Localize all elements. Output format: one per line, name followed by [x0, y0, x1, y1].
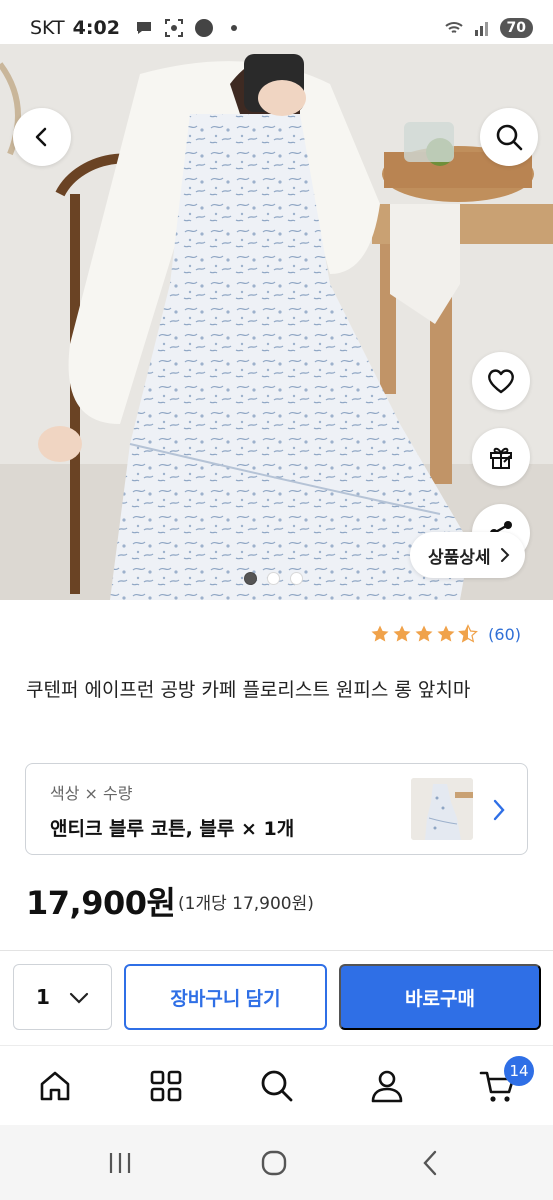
- option-label: 색상 × 수량: [50, 784, 133, 803]
- pagination-dot[interactable]: [290, 572, 303, 585]
- option-value: 앤티크 블루 코튼, 블루 × 1개: [50, 818, 295, 840]
- cart-count-badge: 14: [504, 1056, 534, 1086]
- nav-search[interactable]: [255, 1064, 299, 1108]
- system-back-button[interactable]: [410, 1147, 450, 1179]
- wear-icon: [194, 19, 213, 37]
- chat-bubble-icon: [136, 22, 151, 34]
- search-icon: [496, 124, 523, 151]
- product-title: 쿠텐퍼 에이프런 공방 카페 플로리스트 원피스 롱 앞치마: [26, 679, 471, 701]
- quantity-select[interactable]: 1: [13, 964, 112, 1030]
- carrier-label: SKT: [30, 17, 65, 39]
- status-left: SKT 4:02: [30, 17, 244, 39]
- product-image-gallery[interactable]: [0, 44, 553, 600]
- option-selector[interactable]: 색상 × 수량 앤티크 블루 코튼, 블루 × 1개: [25, 763, 528, 855]
- user-icon: [371, 1070, 403, 1103]
- product-photo: [0, 44, 553, 600]
- gift-icon: [490, 447, 512, 469]
- back-arrow-icon: [423, 1150, 437, 1176]
- nav-home[interactable]: [33, 1064, 77, 1108]
- search-button[interactable]: [480, 108, 538, 166]
- nav-my-page[interactable]: [365, 1064, 409, 1108]
- category-icon: [150, 1070, 182, 1102]
- gift-button[interactable]: [472, 428, 530, 486]
- heart-icon: [488, 369, 514, 394]
- star-icon: [393, 625, 411, 642]
- review-count-link[interactable]: (60): [488, 625, 521, 644]
- quantity-value: 1: [36, 985, 50, 1009]
- product-detail-button[interactable]: 상품상세: [410, 532, 525, 578]
- system-home-button[interactable]: [254, 1147, 294, 1179]
- bottom-navigation: [0, 1045, 553, 1125]
- recent-apps-icon: [109, 1153, 131, 1173]
- star-icon: [415, 625, 433, 642]
- star-icon: [437, 625, 455, 642]
- home-icon: [40, 1071, 70, 1101]
- search-icon: [261, 1070, 293, 1102]
- star-icon: [371, 625, 389, 642]
- divider: [0, 950, 553, 951]
- system-navigation-bar: [0, 1125, 553, 1200]
- pagination-dot[interactable]: [244, 572, 257, 585]
- product-detail-label: 상품상세: [428, 547, 491, 568]
- wifi-icon: [444, 22, 463, 33]
- option-thumbnail: [411, 778, 473, 840]
- nav-category[interactable]: [144, 1064, 188, 1108]
- chevron-down-icon: [69, 992, 89, 1004]
- back-button[interactable]: [13, 108, 71, 166]
- battery-indicator: 70: [499, 18, 533, 38]
- unit-price: (1개당 17,900원): [178, 894, 314, 914]
- scan-icon: [164, 19, 183, 37]
- add-to-cart-button[interactable]: 장바구니 담기: [124, 964, 327, 1030]
- pagination-dot[interactable]: [267, 572, 280, 585]
- wishlist-button[interactable]: [472, 352, 530, 410]
- product-price: 17,900원: [26, 884, 176, 922]
- notification-icons: [134, 18, 244, 38]
- clock: 4:02: [72, 17, 120, 39]
- chevron-right-icon: [493, 799, 505, 821]
- status-right: 70: [444, 18, 533, 38]
- signal-icon: [474, 22, 488, 36]
- chevron-right-icon: [500, 548, 509, 562]
- circle-home-icon: [261, 1150, 287, 1176]
- dot-icon: [230, 25, 237, 31]
- buy-now-button[interactable]: 바로구매: [339, 964, 541, 1030]
- recent-apps-button[interactable]: [100, 1147, 140, 1179]
- rating-summary[interactable]: (60): [370, 624, 521, 644]
- half-star-icon: [458, 624, 479, 643]
- chevron-left-icon: [35, 127, 47, 147]
- gallery-pagination: [244, 572, 303, 585]
